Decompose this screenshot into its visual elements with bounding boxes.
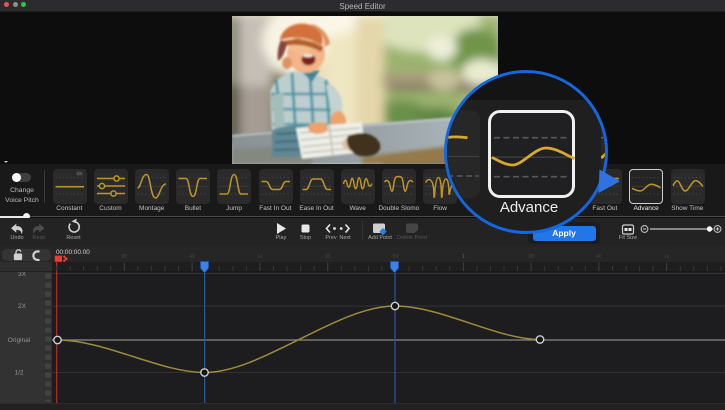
svg-text:10: 10 <box>664 254 670 260</box>
svg-text:50: 50 <box>393 254 399 260</box>
svg-text:30: 30 <box>325 254 331 260</box>
svg-text:2X: 2X <box>18 303 27 310</box>
svg-text:1/2: 1/2 <box>14 370 23 377</box>
svg-text:Original: Original <box>8 337 31 344</box>
svg-text:40: 40 <box>189 254 195 260</box>
svg-text:20: 20 <box>528 254 534 260</box>
svg-text:40: 40 <box>596 254 602 260</box>
svg-text:3X: 3X <box>18 272 27 278</box>
svg-text:10: 10 <box>257 254 263 260</box>
svg-text:1: 1 <box>462 254 465 260</box>
svg-text:20: 20 <box>122 254 128 260</box>
